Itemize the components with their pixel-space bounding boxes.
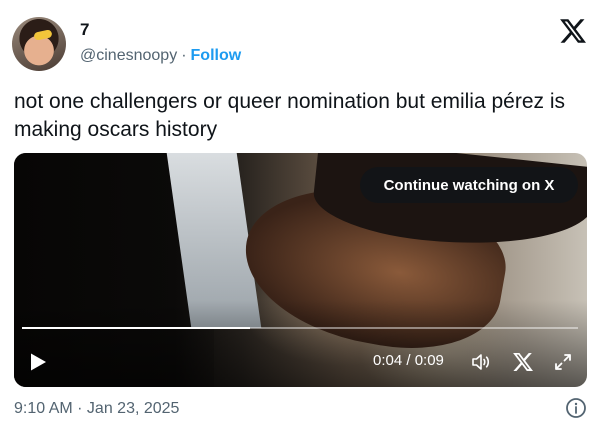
volume-icon[interactable] (470, 351, 492, 373)
x-logo-icon[interactable] (513, 352, 533, 372)
avatar[interactable] (12, 17, 66, 71)
video-time: 0:04 / 0:09 (373, 352, 444, 369)
play-icon[interactable] (28, 352, 48, 372)
avatar-detail (33, 29, 53, 41)
display-name[interactable]: 7 (80, 20, 89, 40)
expand-icon[interactable] (552, 351, 574, 373)
tweet-card: 7 @cinesnoopy · Follow not one challenge… (0, 0, 600, 428)
separator-dot: · (181, 47, 187, 64)
tweet-timestamp[interactable]: 9:10 AM · Jan 23, 2025 (14, 400, 179, 418)
info-icon[interactable] (565, 397, 587, 419)
x-logo-icon[interactable] (560, 18, 586, 44)
tweet-text: not one challengers or queer nomination … (14, 90, 565, 141)
video-progress-fill (22, 327, 250, 329)
user-handle[interactable]: @cinesnoopy (80, 47, 177, 65)
video-progress-bar[interactable] (22, 327, 578, 329)
handle-row: @cinesnoopy · Follow (80, 47, 241, 65)
video-controls-overlay (14, 300, 587, 387)
follow-button[interactable]: Follow (191, 47, 242, 65)
continue-watching-button[interactable]: Continue watching on X (360, 167, 578, 203)
